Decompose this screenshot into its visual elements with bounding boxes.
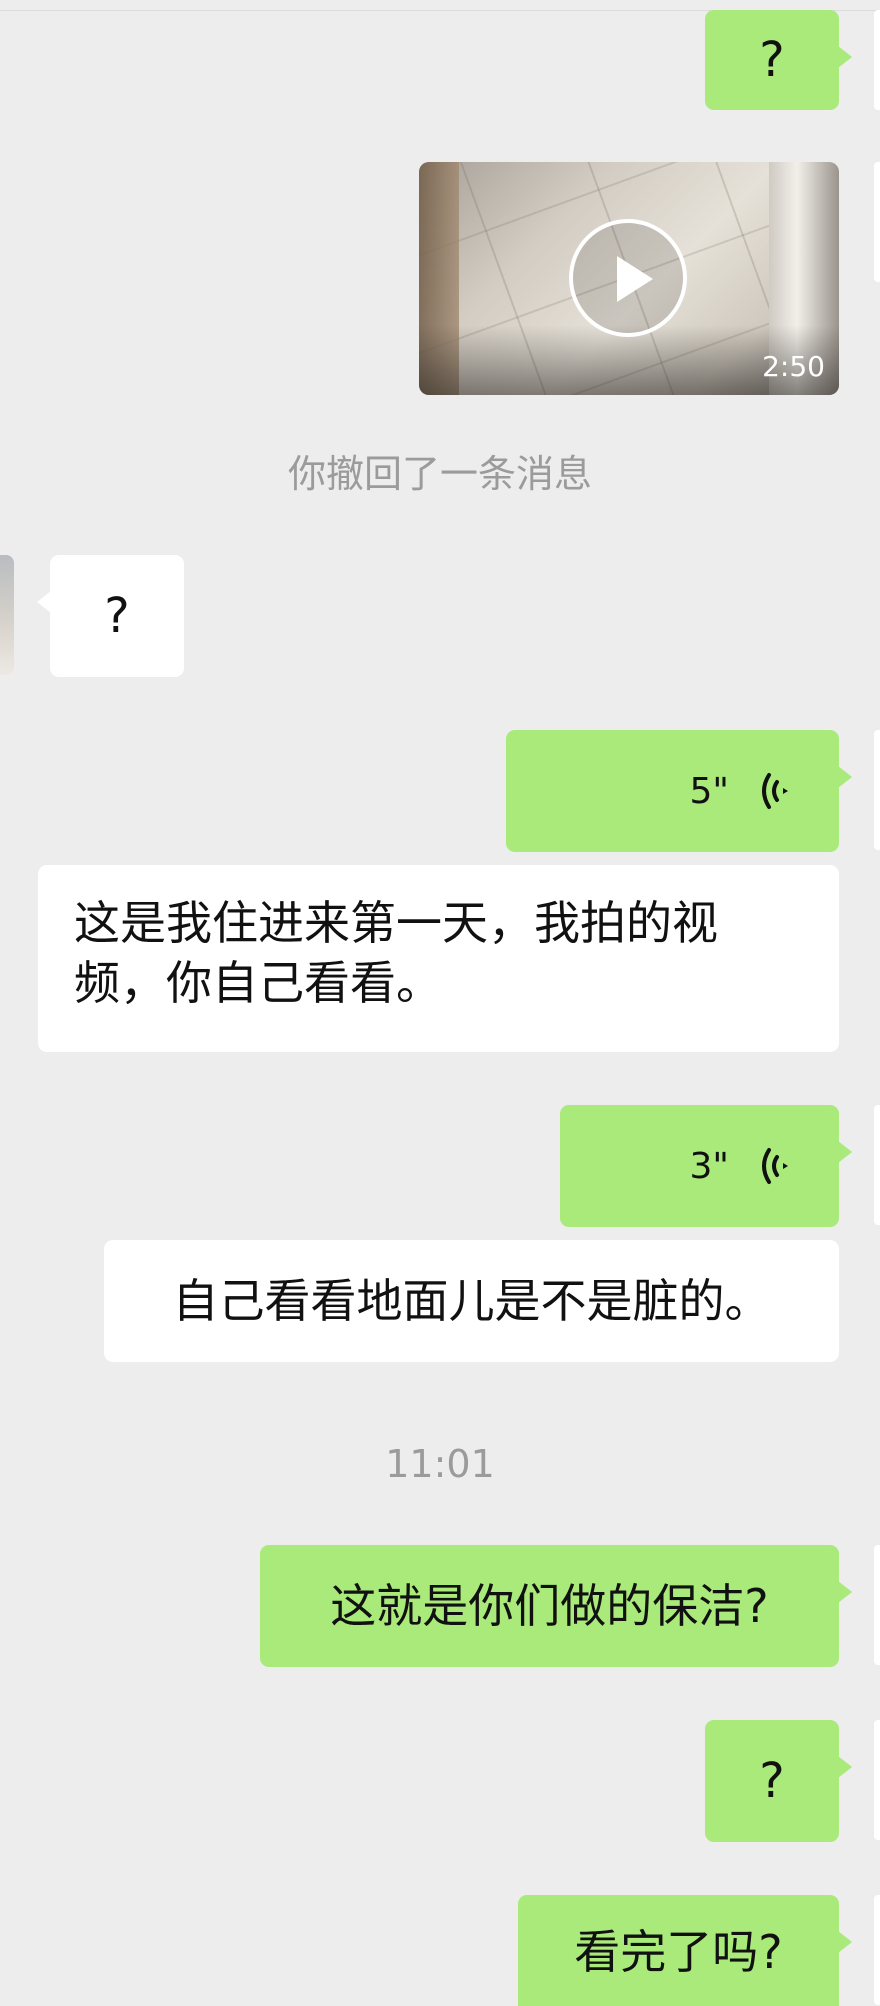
message-bubble-sent[interactable]: 这就是你们做的保洁? [260, 1545, 852, 1667]
message-text: 这就是你们做的保洁? [330, 1579, 769, 1633]
message-text: ? [759, 32, 785, 88]
avatar[interactable] [0, 555, 14, 675]
message-bubble-sent[interactable]: ? [705, 1720, 852, 1842]
voice-transcription: 自己看看地面儿是不是脏的。 [104, 1240, 839, 1362]
video-duration: 2:50 [762, 350, 825, 383]
avatar[interactable] [874, 10, 880, 110]
recall-notice: 你撤回了一条消息 [287, 452, 592, 496]
avatar[interactable] [874, 1895, 880, 2005]
timestamp: 11:01 [385, 1442, 495, 1486]
avatar[interactable] [874, 1105, 880, 1225]
voice-message[interactable]: 5" [506, 730, 852, 852]
message-text: ? [759, 1753, 785, 1809]
avatar[interactable] [874, 730, 880, 850]
message-bubble-sent[interactable]: ? [705, 10, 852, 110]
voice-wave-icon [762, 773, 788, 809]
avatar[interactable] [874, 1545, 880, 1665]
transcription-text: 自己看看地面儿是不是脏的。 [172, 1274, 771, 1328]
message-bubble-received[interactable]: ? [37, 555, 184, 677]
message-text: ? [104, 588, 130, 644]
video-message[interactable]: 2:50 [419, 162, 839, 395]
play-icon[interactable] [569, 219, 687, 337]
voice-wave-icon [762, 1148, 788, 1184]
voice-message[interactable]: 3" [560, 1105, 852, 1227]
avatar[interactable] [874, 162, 880, 282]
voice-transcription: 这是我住进来第一天，我拍的视频，你自己看看。 [38, 865, 839, 1052]
voice-duration: 3" [689, 1145, 729, 1187]
message-text: 看完了吗? [574, 1925, 783, 1979]
transcription-text: 这是我住进来第一天，我拍的视频，你自己看看。 [74, 896, 718, 1010]
message-bubble-sent[interactable]: 看完了吗? [518, 1895, 852, 2006]
voice-duration: 5" [689, 770, 729, 812]
avatar[interactable] [874, 1720, 880, 1840]
